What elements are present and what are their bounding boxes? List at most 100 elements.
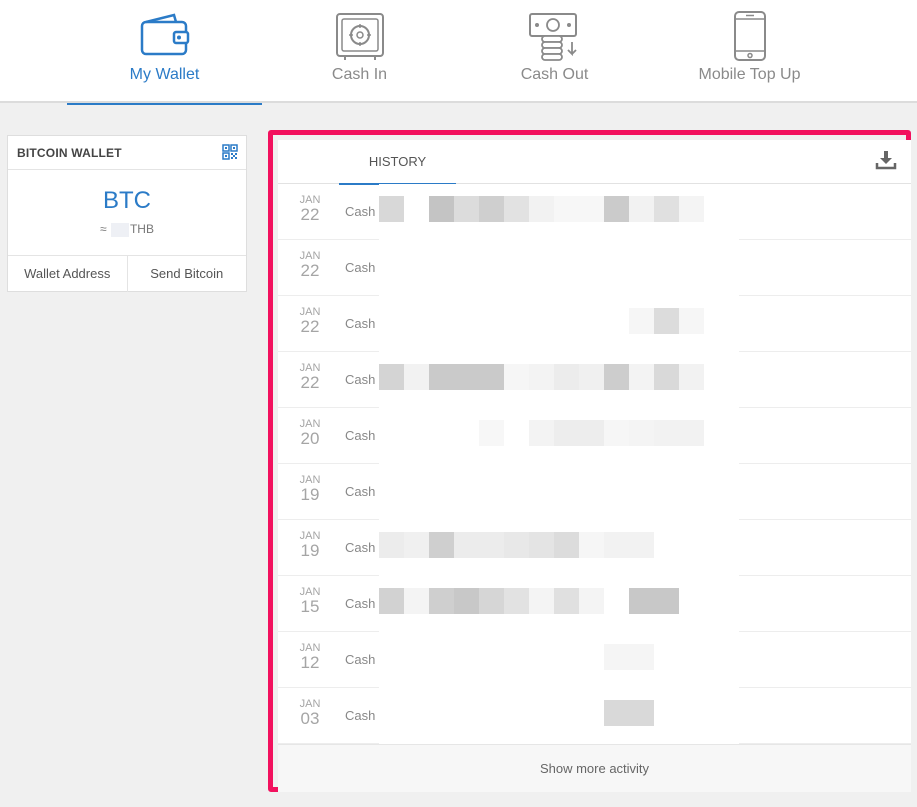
- history-row[interactable]: JAN 22 Cash: [278, 296, 911, 352]
- redaction-block: [629, 532, 654, 558]
- redaction-block: [479, 196, 504, 222]
- redaction-block: [579, 364, 604, 390]
- history-panel: HISTORY JAN 22 Cash JAN 22 Cash JAN 22 Cash JAN 22…: [278, 140, 911, 792]
- nav-cash-out[interactable]: Cash Out: [457, 0, 652, 103]
- approx-symbol: ≈: [100, 222, 107, 236]
- transaction-date: JAN 22: [298, 362, 322, 392]
- transaction-type: Cash: [345, 540, 376, 555]
- redaction-block: [379, 588, 404, 614]
- wallet-actions: Wallet Address Send Bitcoin: [8, 256, 246, 292]
- redaction-block: [379, 532, 404, 558]
- redaction-block: [529, 588, 554, 614]
- history-row[interactable]: JAN 15 Cash: [278, 576, 911, 632]
- redaction-block: [479, 420, 504, 446]
- tab-history-label: HISTORY: [368, 154, 427, 169]
- transaction-day: 12: [300, 653, 320, 672]
- history-highlight-frame: HISTORY JAN 22 Cash JAN 22 Cash JAN 22 Cash JAN 22…: [268, 130, 911, 792]
- redaction-block: [579, 532, 604, 558]
- nav-label-cash-in: Cash In: [331, 66, 388, 83]
- redaction-block: [604, 196, 629, 222]
- transaction-day: 19: [300, 485, 320, 504]
- transaction-type: Cash: [345, 204, 376, 219]
- redaction-block: [404, 588, 429, 614]
- redaction-block: [479, 364, 504, 390]
- redaction-block: [454, 588, 479, 614]
- mobile-phone-icon: [733, 11, 766, 61]
- wallet-address-button[interactable]: Wallet Address: [8, 256, 127, 292]
- redaction-block: [429, 588, 454, 614]
- redaction-block: [404, 364, 429, 390]
- nav-my-wallet[interactable]: My Wallet: [67, 0, 262, 105]
- redacted-details: [379, 464, 739, 520]
- redacted-details: [379, 352, 739, 408]
- redaction-block: [679, 308, 704, 334]
- transaction-date: JAN 20: [298, 418, 322, 448]
- redaction-block: [454, 196, 479, 222]
- redacted-details: [379, 576, 739, 632]
- history-row[interactable]: JAN 20 Cash: [278, 408, 911, 464]
- redaction-block: [429, 532, 454, 558]
- redaction-block: [604, 644, 629, 670]
- redaction-block: [554, 196, 579, 222]
- bitcoin-wallet-card: BITCOIN WALLET BTC ≈ THB Wallet Address …: [7, 135, 247, 292]
- nav-cash-in[interactable]: Cash In: [262, 0, 457, 103]
- show-more-activity-button[interactable]: Show more activity: [278, 744, 911, 792]
- send-bitcoin-button[interactable]: Send Bitcoin: [126, 256, 247, 292]
- transaction-date: JAN 12: [298, 642, 322, 672]
- top-navigation: My Wallet Cash In Cash Out Mobile Top Up: [0, 0, 917, 105]
- history-row[interactable]: JAN 03 Cash: [278, 688, 911, 744]
- redaction-block: [629, 588, 654, 614]
- redaction-block: [504, 196, 529, 222]
- redaction-block: [429, 196, 454, 222]
- redaction-block: [654, 308, 679, 334]
- redaction-block: [654, 420, 679, 446]
- redaction-block: [629, 644, 654, 670]
- redaction-block: [504, 588, 529, 614]
- transaction-day: 19: [300, 541, 320, 560]
- history-row[interactable]: JAN 22 Cash: [278, 352, 911, 408]
- transaction-type: Cash: [345, 372, 376, 387]
- transaction-type: Cash: [345, 652, 376, 667]
- nav-label-cash-out: Cash Out: [520, 66, 589, 83]
- redaction-block: [379, 196, 404, 222]
- transaction-day: 22: [300, 205, 320, 224]
- tab-history[interactable]: HISTORY: [339, 140, 456, 185]
- fiat-balance: ≈ THB: [8, 222, 246, 237]
- history-row[interactable]: JAN 22 Cash: [278, 240, 911, 296]
- redaction-block: [529, 196, 554, 222]
- redaction-block: [554, 588, 579, 614]
- history-row[interactable]: JAN 12 Cash: [278, 632, 911, 688]
- redacted-details: [379, 240, 739, 296]
- transaction-day: 22: [300, 373, 320, 392]
- history-row[interactable]: JAN 19 Cash: [278, 464, 911, 520]
- redaction-block: [629, 700, 654, 726]
- fiat-currency: THB: [129, 222, 154, 236]
- redacted-details: [379, 688, 739, 744]
- qr-code-icon[interactable]: [222, 144, 238, 160]
- redaction-block: [679, 196, 704, 222]
- history-row[interactable]: JAN 22 Cash: [278, 184, 911, 240]
- transaction-date: JAN 22: [298, 194, 322, 224]
- redaction-block: [454, 364, 479, 390]
- transaction-date: JAN 15: [298, 586, 322, 616]
- transaction-date: JAN 19: [298, 530, 322, 560]
- history-list: JAN 22 Cash JAN 22 Cash JAN 22 Cash JAN 22 Cash JAN 2…: [278, 184, 911, 744]
- transaction-date: JAN 22: [298, 250, 322, 280]
- redacted-details: [379, 184, 739, 240]
- nav-mobile-top-up[interactable]: Mobile Top Up: [652, 0, 847, 103]
- nav-label-mobile-top-up: Mobile Top Up: [698, 66, 801, 83]
- redaction-block: [629, 196, 654, 222]
- redaction-block: [379, 364, 404, 390]
- redaction-block: [504, 364, 529, 390]
- nav-label-my-wallet: My Wallet: [129, 66, 200, 83]
- download-icon[interactable]: [875, 149, 897, 171]
- transaction-type: Cash: [345, 260, 376, 275]
- redaction-block: [654, 588, 679, 614]
- redacted-details: [379, 408, 739, 464]
- wallet-title: BITCOIN WALLET: [17, 146, 122, 160]
- history-header: HISTORY: [278, 140, 911, 185]
- transaction-day: 22: [300, 317, 320, 336]
- transaction-day: 15: [300, 597, 320, 616]
- history-row[interactable]: JAN 19 Cash: [278, 520, 911, 576]
- redaction-block: [654, 196, 679, 222]
